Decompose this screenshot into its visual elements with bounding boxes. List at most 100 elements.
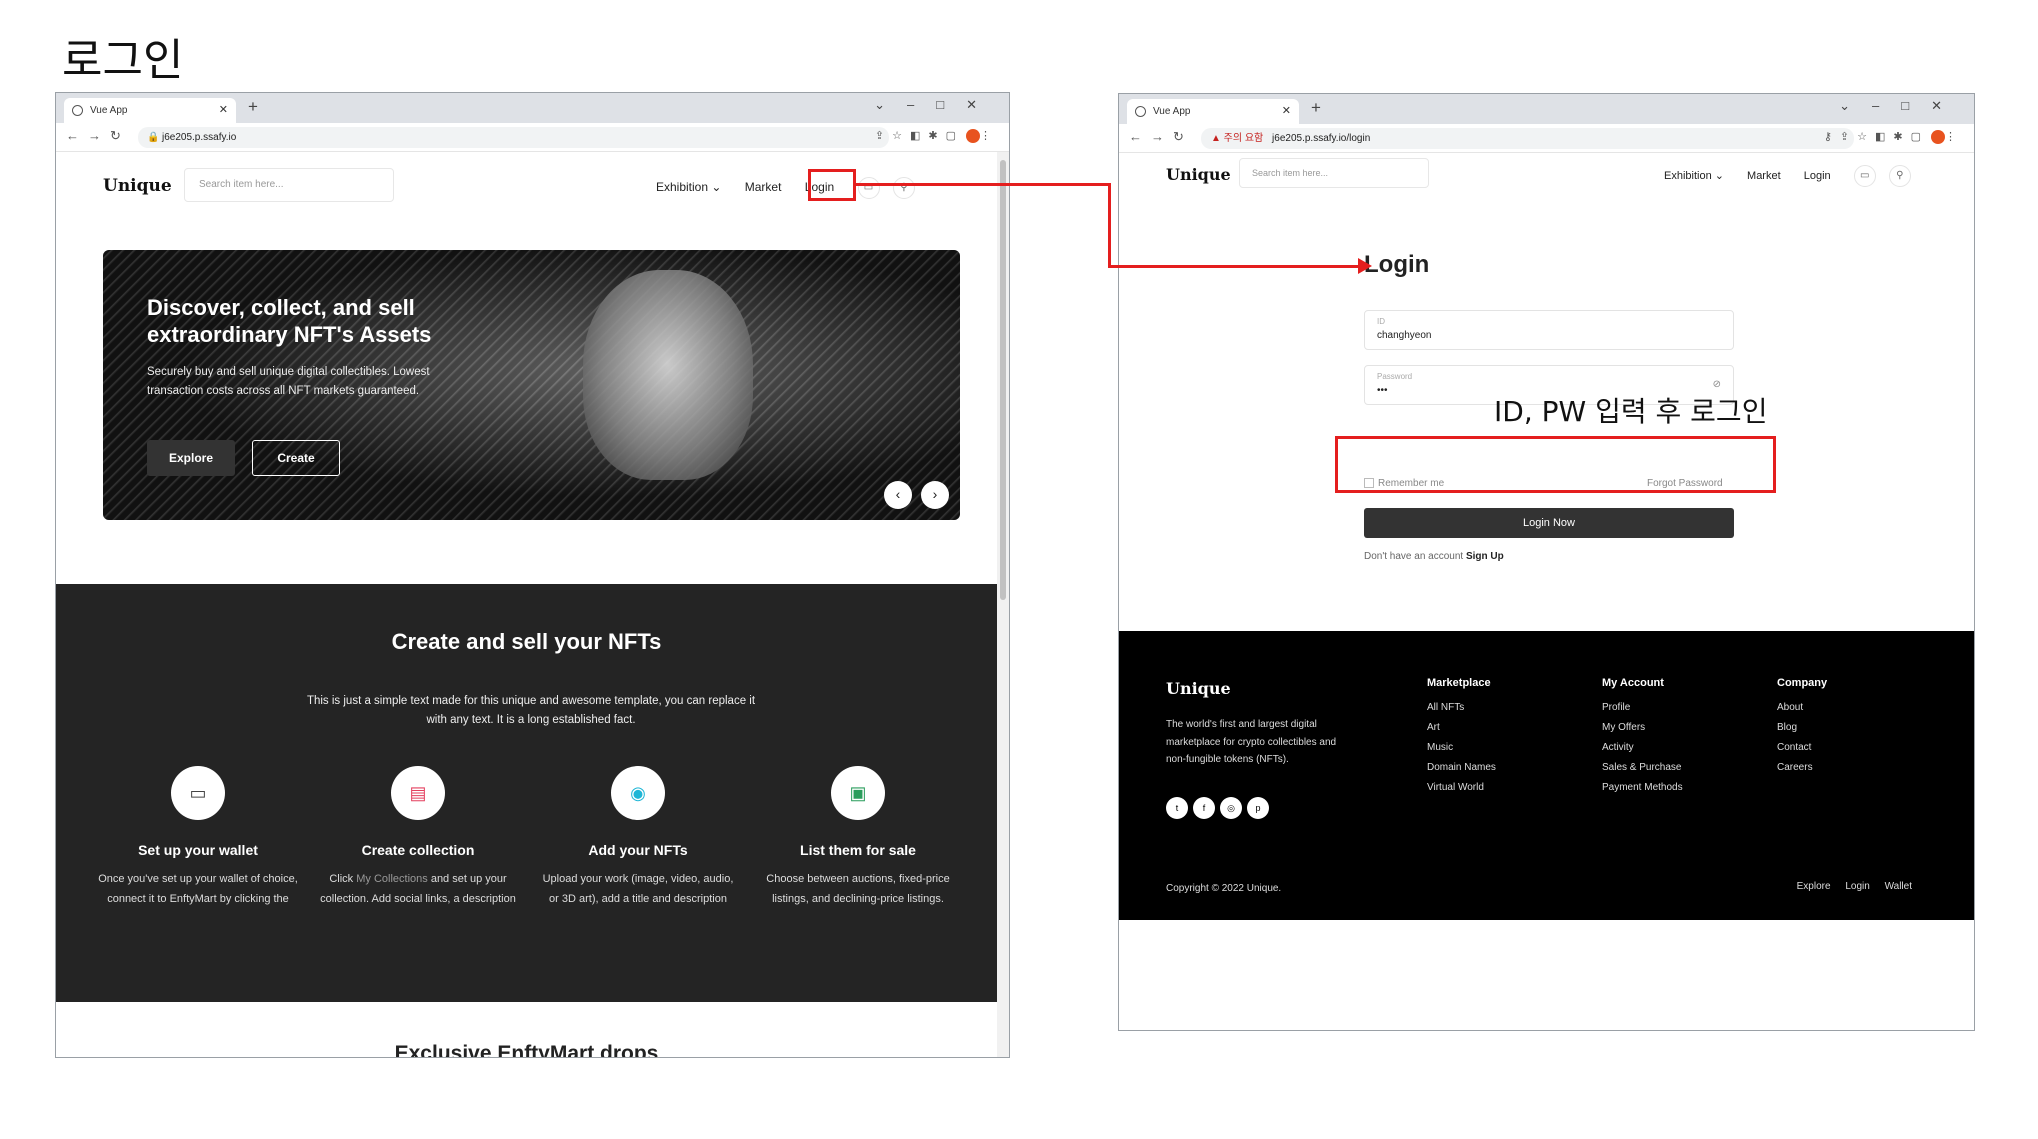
search-input[interactable]: Search item here... — [1239, 158, 1429, 188]
feature-title: Add your NFTs — [588, 842, 688, 858]
wallet-icon[interactable]: ▭ — [857, 177, 880, 199]
footer-link[interactable]: Blog — [1777, 722, 1827, 733]
extension-icons[interactable]: ⇪☆◧✱▢ ⋮ — [875, 129, 999, 144]
camera-icon: ◉ — [611, 766, 665, 820]
nav-market[interactable]: Market — [1747, 170, 1781, 182]
hero-banner: Discover, collect, and sell extraordinar… — [103, 250, 960, 520]
wallet-icon[interactable]: ▭ — [1853, 165, 1876, 187]
profile-avatar[interactable] — [966, 129, 980, 144]
browser-nav-icons[interactable]: ←→↻ — [66, 128, 130, 144]
twitter-icon[interactable]: t — [1166, 797, 1188, 819]
id-field[interactable]: ID changhyeon — [1364, 310, 1734, 350]
footer-link[interactable]: Sales & Purchase — [1602, 762, 1683, 773]
nav-exhibition[interactable]: Exhibition ⌄ — [656, 180, 721, 194]
user-icon[interactable]: ⚲ — [892, 177, 915, 199]
window-controls[interactable]: ⌄–□✕ — [1839, 98, 1964, 114]
hero-title: Discover, collect, and sell extraordinar… — [147, 295, 432, 347]
feature-wallet: ▭ Set up your wallet Once you've set up … — [98, 766, 298, 909]
footer-link[interactable]: Virtual World — [1427, 782, 1496, 793]
extension-icons[interactable]: ⚷⇪☆◧✱▢ ⋮ — [1824, 130, 1964, 145]
password-value: ••• — [1377, 385, 1388, 396]
browser-tab[interactable]: Vue App ✕ — [64, 98, 236, 123]
scrollbar-thumb[interactable] — [1000, 160, 1006, 600]
address-bar: ←→↻ 🔒 j6e205.p.ssafy.io ⇪☆◧✱▢ ⋮ — [56, 123, 1009, 152]
section-title: Create and sell your NFTs — [391, 629, 662, 654]
footer-col-marketplace: Marketplace All NFTs Art Music Domain Na… — [1427, 677, 1496, 802]
wallet-icon: ▭ — [171, 766, 225, 820]
footer-link[interactable]: Art — [1427, 722, 1496, 733]
instagram-icon[interactable]: ◎ — [1220, 797, 1242, 819]
cash-icon: ▣ — [831, 766, 885, 820]
url-field[interactable]: ▲ 주의 요함 j6e205.p.ssafy.io/login — [1201, 128, 1854, 149]
carousel-next-icon[interactable]: › — [921, 481, 949, 509]
eye-off-icon[interactable]: ⊘ — [1713, 379, 1721, 390]
user-icon[interactable]: ⚲ — [1888, 165, 1911, 187]
window-controls[interactable]: ⌄–□✕ — [874, 97, 999, 113]
footer-link[interactable]: Careers — [1777, 762, 1827, 773]
globe-icon — [72, 105, 83, 116]
footer-col-title: Marketplace — [1427, 677, 1491, 689]
footer-link[interactable]: Music — [1427, 742, 1496, 753]
search-input[interactable]: Search item here... — [184, 168, 394, 202]
facebook-icon[interactable]: f — [1193, 797, 1215, 819]
tab-bar: Vue App ✕ + ⌄–□✕ — [1119, 94, 1974, 124]
footer-link[interactable]: Activity — [1602, 742, 1683, 753]
insecure-warning[interactable]: ▲ 주의 요함 — [1211, 133, 1263, 144]
profile-avatar[interactable] — [1931, 130, 1945, 145]
site-footer: Unique The world's first and largest dig… — [1119, 631, 1974, 920]
scrollbar[interactable] — [997, 152, 1009, 1057]
browser-window-login: Vue App ✕ + ⌄–□✕ ←→↻ ▲ 주의 요함 j6e205.p.ss… — [1118, 93, 1975, 1031]
create-button[interactable]: Create — [252, 440, 340, 476]
url-field[interactable]: 🔒 j6e205.p.ssafy.io — [138, 127, 889, 148]
password-label: Password — [1377, 372, 1413, 381]
close-tab-icon[interactable]: ✕ — [1282, 99, 1291, 124]
footer-logo[interactable]: Unique — [1166, 679, 1231, 698]
signup-link[interactable]: Sign Up — [1466, 551, 1504, 562]
footer-link[interactable]: Profile — [1602, 702, 1683, 713]
nav-login[interactable]: Login — [1804, 170, 1831, 182]
feature-list-sale: ▣ List them for sale Choose between auct… — [758, 766, 958, 909]
footer-explore-link[interactable]: Explore — [1797, 881, 1831, 892]
feature-text: Choose between auctions, fixed-price lis… — [766, 873, 950, 905]
nav-market[interactable]: Market — [745, 180, 782, 194]
new-tab-icon[interactable]: + — [248, 97, 258, 117]
footer-link[interactable]: Contact — [1777, 742, 1827, 753]
feature-text: Upload your work (image, video, audio, o… — [542, 873, 734, 905]
drops-heading: Exclusive EnftyMart drops — [394, 1042, 659, 1057]
explore-button[interactable]: Explore — [147, 440, 235, 476]
footer-link[interactable]: Payment Methods — [1602, 782, 1683, 793]
footer-col-title: Company — [1777, 677, 1828, 689]
footer-link[interactable]: My Offers — [1602, 722, 1683, 733]
footer-col-account: My Account Profile My Offers Activity Sa… — [1602, 677, 1683, 802]
pinterest-icon[interactable]: p — [1247, 797, 1269, 819]
my-collections-link[interactable]: My Collections — [356, 873, 428, 885]
new-tab-icon[interactable]: + — [1311, 98, 1321, 118]
url-text: j6e205.p.ssafy.io/login — [1272, 133, 1371, 144]
footer-col-title: My Account — [1602, 677, 1664, 689]
arrow-segment-bottom — [1108, 265, 1360, 268]
browser-tab[interactable]: Vue App ✕ — [1127, 99, 1299, 124]
carousel-prev-icon[interactable]: ‹ — [884, 481, 912, 509]
slide: 로그인 Vue App ✕ + ⌄–□✕ ←→↻ 🔒 j6e205.p.ssaf… — [0, 0, 2038, 1139]
close-tab-icon[interactable]: ✕ — [219, 98, 228, 123]
footer-login-link[interactable]: Login — [1845, 881, 1869, 892]
tab-title: Vue App — [1153, 106, 1191, 117]
browser-nav-icons[interactable]: ←→↻ — [1129, 129, 1193, 145]
lock-icon: 🔒 — [147, 132, 160, 143]
footer-link[interactable]: Domain Names — [1427, 762, 1496, 773]
nav-exhibition[interactable]: Exhibition ⌄ — [1664, 170, 1724, 182]
login-title: Login — [1364, 251, 1430, 278]
footer-link[interactable]: All NFTs — [1427, 702, 1496, 713]
hero-portrait — [583, 270, 753, 480]
site-logo[interactable]: Unique — [1166, 165, 1231, 184]
arrow-segment-top — [856, 183, 1111, 186]
footer-wallet-link[interactable]: Wallet — [1885, 881, 1912, 892]
login-now-button[interactable]: Login Now — [1364, 508, 1734, 538]
site-logo[interactable]: Unique — [103, 176, 172, 196]
footer-link[interactable]: About — [1777, 702, 1827, 713]
footer-bottom-links: Explore Login Wallet — [1785, 881, 1912, 892]
hero-subtitle: Securely buy and sell unique digital col… — [147, 366, 430, 397]
feature-text: Once you've set up your wallet of choice… — [98, 873, 298, 905]
signup-text: Don't have an account — [1364, 551, 1464, 562]
feature-text-pre: Click — [329, 873, 357, 885]
